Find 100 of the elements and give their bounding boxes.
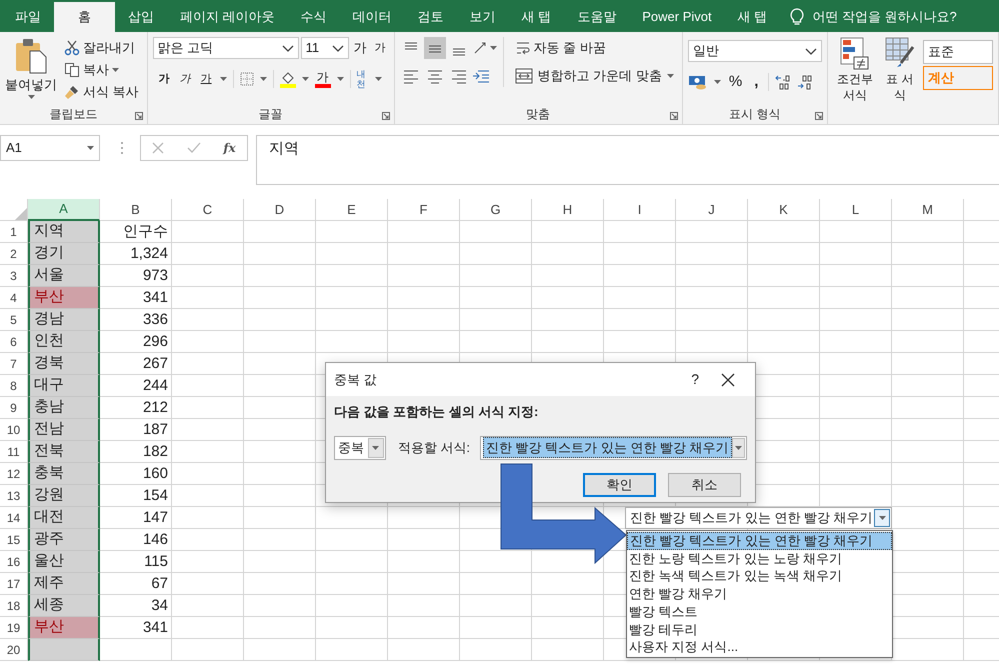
- grip-icon: [120, 141, 124, 155]
- group-label: 클립보드: [49, 106, 98, 123]
- column-header[interactable]: F: [388, 199, 460, 221]
- dialog-launcher-icon[interactable]: [814, 112, 823, 120]
- column-header[interactable]: D: [244, 199, 316, 221]
- paintbrush-icon: [64, 84, 80, 100]
- italic-button[interactable]: 가: [178, 70, 193, 88]
- column-header[interactable]: I: [604, 199, 676, 221]
- caret-icon: [260, 77, 267, 81]
- format-dropdown[interactable]: 진한 빨강 텍스트가 있는 연한 빨강 채우기: [625, 507, 892, 529]
- dropdown-option[interactable]: 진한 녹색 텍스트가 있는 녹색 채우기: [627, 567, 892, 586]
- table-cell: 인천: [28, 331, 100, 353]
- format-painter-button[interactable]: 서식 복사: [61, 81, 142, 103]
- style-normal[interactable]: 표준: [922, 40, 993, 64]
- column-header[interactable]: E: [316, 199, 388, 221]
- table-cell: 경기: [28, 243, 100, 265]
- column-header[interactable]: K: [748, 199, 820, 221]
- grow-font-button[interactable]: 가: [350, 38, 370, 58]
- format-label: 적용할 서식:: [398, 438, 470, 457]
- ribbon-tab[interactable]: Power Pivot: [629, 2, 725, 32]
- cut-button[interactable]: 잘라내기: [61, 37, 142, 59]
- comma-button[interactable]: ,: [750, 71, 762, 94]
- column-header[interactable]: H: [532, 199, 604, 221]
- caret-icon: [87, 146, 94, 150]
- indent-icon[interactable]: [472, 68, 490, 84]
- dialog-launcher-icon[interactable]: [670, 112, 678, 120]
- percent-button[interactable]: %: [726, 71, 744, 94]
- formula-input[interactable]: 지역: [256, 135, 999, 185]
- ribbon-tab[interactable]: 수식: [288, 2, 340, 32]
- currency-icon[interactable]: [688, 74, 708, 90]
- ribbon-tab[interactable]: 새 탭: [508, 2, 564, 32]
- underline-button[interactable]: 가: [198, 70, 214, 88]
- bold-button[interactable]: 가: [156, 70, 172, 88]
- dropdown-option[interactable]: 진한 빨강 텍스트가 있는 연한 빨강 채우기: [627, 532, 892, 550]
- phonetic-button[interactable]: 내천: [356, 69, 369, 89]
- ribbon-tab[interactable]: 홈: [54, 2, 115, 32]
- ribbon-tab[interactable]: 데이터: [340, 2, 405, 32]
- dropdown-option[interactable]: 연한 빨강 채우기: [627, 585, 892, 603]
- tell-me-field[interactable]: 어떤 작업을 원하시나요?: [812, 7, 957, 27]
- dropdown-option[interactable]: 빨강 테두리: [627, 620, 892, 638]
- group-label: 맞춤: [526, 106, 550, 123]
- rule-select[interactable]: 중복: [334, 436, 386, 460]
- font-size-field[interactable]: 11: [300, 37, 349, 59]
- ok-button[interactable]: 확인: [583, 472, 656, 496]
- chevron-down-icon: [878, 516, 886, 520]
- dropdown-option[interactable]: 진한 노랑 텍스트가 있는 노랑 채우기: [627, 550, 892, 568]
- format-table-button[interactable]: 표 서식: [880, 37, 919, 103]
- close-icon[interactable]: [721, 372, 735, 386]
- name-box[interactable]: A1: [0, 135, 100, 161]
- lightbulb-icon: [790, 8, 804, 26]
- table-cell-text: 160: [142, 464, 169, 484]
- table-cell-text: 341: [142, 618, 169, 638]
- dialog-launcher-icon[interactable]: [134, 112, 143, 120]
- insert-function-button[interactable]: fx: [223, 139, 236, 157]
- table-cell: 경남: [28, 309, 100, 331]
- align-lines-icon[interactable]: [424, 37, 446, 59]
- copy-button[interactable]: 복사: [61, 59, 142, 81]
- caret-icon: [220, 77, 227, 81]
- scissors-icon: [64, 40, 80, 56]
- column-header[interactable]: M: [892, 199, 964, 221]
- ribbon-tab[interactable]: 파일: [2, 2, 54, 32]
- borders-icon[interactable]: [240, 72, 254, 86]
- dialog-heading: 다음 값을 포함하는 셀의 서식 지정:: [334, 403, 540, 421]
- table-cell: 전북: [28, 441, 100, 463]
- number-format-field[interactable]: 일반: [688, 40, 822, 62]
- font-name-field[interactable]: 맑은 고딕: [152, 37, 299, 59]
- cancel-button[interactable]: 취소: [668, 472, 741, 496]
- column-header[interactable]: C: [172, 199, 244, 221]
- table-cell: 부산: [28, 617, 100, 639]
- ribbon-tab[interactable]: 새 탭: [724, 2, 780, 32]
- ribbon-tab[interactable]: 보기: [456, 2, 509, 32]
- table-cell: 대구: [28, 375, 100, 397]
- column-header[interactable]: G: [460, 199, 532, 221]
- column-header[interactable]: B: [100, 199, 172, 221]
- dropdown-option[interactable]: 빨강 텍스트: [627, 602, 892, 620]
- ribbon-tab[interactable]: 페이지 레이아웃: [167, 2, 288, 32]
- column-header[interactable]: L: [820, 199, 892, 221]
- checkmark-icon[interactable]: [186, 142, 201, 154]
- increase-decimal-icon[interactable]: [775, 74, 792, 90]
- decrease-decimal-icon[interactable]: [797, 74, 814, 90]
- dropdown-option[interactable]: 사용자 지정 서식...: [627, 638, 892, 656]
- help-button[interactable]: ?: [681, 369, 709, 390]
- paste-button[interactable]: 붙여넣기: [5, 37, 57, 103]
- shrink-font-button[interactable]: 가: [372, 40, 389, 56]
- conditional-format-button[interactable]: 조건부 서식: [832, 37, 877, 103]
- merge-center-button[interactable]: 병합하고 가운데 맞춤: [512, 65, 677, 87]
- wrap-text-button[interactable]: 자동 줄 바꿈: [512, 37, 677, 59]
- column-header[interactable]: J: [676, 199, 748, 221]
- column-header[interactable]: A: [28, 199, 100, 221]
- table-cell: 광주: [28, 529, 100, 551]
- ribbon-tab[interactable]: 도움말: [564, 2, 630, 32]
- dialog-title: 중복 값: [334, 370, 378, 389]
- dialog-launcher-icon[interactable]: [382, 112, 390, 120]
- chevron-down-icon: [804, 48, 817, 54]
- font-color-button[interactable]: 가: [314, 70, 331, 88]
- ribbon-tab[interactable]: 검토: [404, 2, 457, 32]
- table-cell: 대전: [28, 507, 100, 529]
- fill-color-icon[interactable]: [280, 70, 296, 88]
- ribbon-tab[interactable]: 삽입: [115, 2, 167, 32]
- format-select[interactable]: 진한 빨강 텍스트가 있는 연한 빨강 채우기: [480, 436, 747, 460]
